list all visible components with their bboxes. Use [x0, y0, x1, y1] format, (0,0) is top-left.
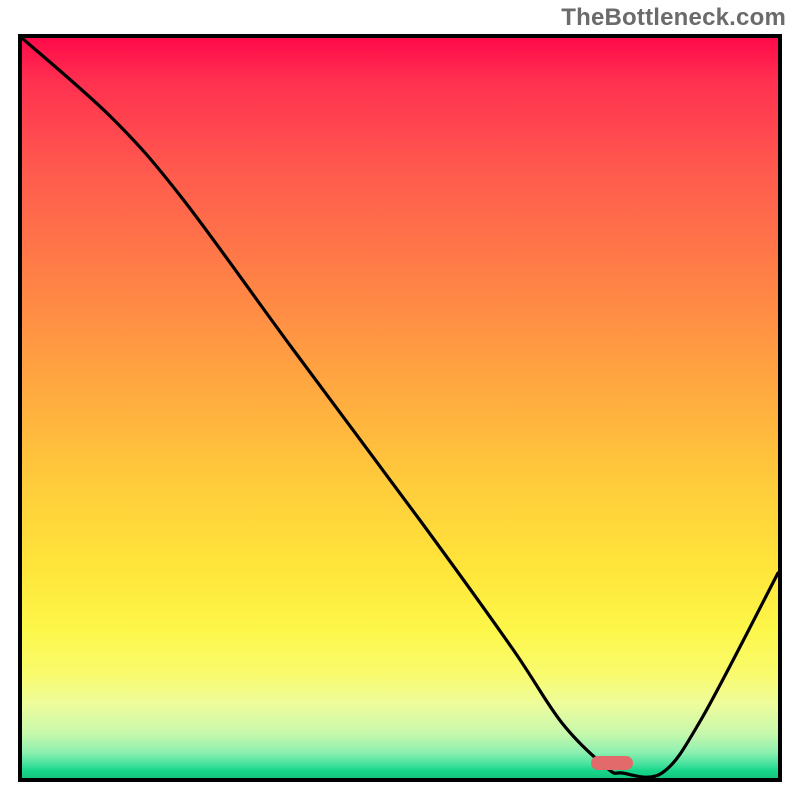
watermark-text: TheBottleneck.com	[561, 4, 786, 32]
bottleneck-curve	[22, 38, 778, 778]
optimal-marker	[591, 756, 633, 770]
chart-container: TheBottleneck.com	[0, 0, 800, 800]
plot-frame	[18, 34, 782, 782]
curve-path	[22, 38, 778, 777]
